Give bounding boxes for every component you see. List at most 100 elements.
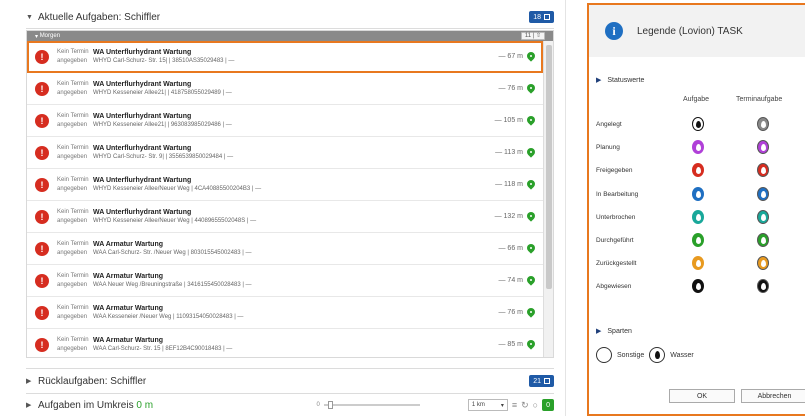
group-header-morgen[interactable]: ▾ Morgen 11 | ⇧ — [27, 31, 553, 41]
triangle-right-icon: ▶ — [596, 77, 602, 84]
row-distance: — 118 m — [495, 181, 523, 188]
status-label: Freigegeben — [596, 166, 633, 174]
radio-icon[interactable]: ○ — [533, 400, 538, 410]
row-appointment-meta: Kein Termin angegeben — [57, 144, 93, 162]
divider — [26, 28, 554, 29]
circle-outline-icon — [596, 347, 612, 363]
row-distance: — 66 m — [498, 245, 523, 252]
map-pin-icon[interactable] — [527, 84, 535, 94]
map-pin-icon[interactable] — [527, 308, 535, 318]
status-label: Zurückgestellt — [596, 259, 637, 267]
task-row[interactable]: ! Kein Termin angegeben WA Unterflurhydrant… — [27, 105, 543, 137]
row-meta-line1: Kein Termin — [57, 272, 89, 279]
slider-value-label: 0 — [316, 402, 320, 408]
row-title: WA Unterflurhydrant Wartung — [93, 176, 192, 184]
row-meta-line1: Kein Termin — [57, 336, 89, 343]
row-text: WA Unterflurhydrant Wartung WHYD Kessenei… — [93, 208, 495, 226]
layers-icon[interactable]: ≡ — [512, 400, 517, 410]
row-distance: — 105 m — [494, 117, 523, 124]
status-released-icon: ! — [35, 337, 49, 352]
task-row[interactable]: ! Kein Termin angegeben WA Unterflurhydrant… — [27, 73, 543, 105]
map-pin-icon[interactable] — [527, 148, 535, 158]
map-pin-icon[interactable] — [527, 212, 535, 222]
row-distance: — 76 m — [498, 85, 523, 92]
status-released-icon: ! — [35, 273, 49, 288]
row-meta-line1: Kein Termin — [57, 240, 89, 247]
range-select-value: 1 km — [471, 402, 485, 408]
row-text: WA Armatur Wartung WAA Kesseneier /Neuer … — [93, 304, 498, 322]
task-row[interactable]: ! Kein Termin angegeben WA Armatur Wartung W… — [27, 265, 543, 297]
task-status-drop-icon — [692, 279, 704, 293]
return-tasks-header[interactable]: ▶ Rücklaufgaben: Schiffler 21 — [26, 370, 554, 392]
cancel-button[interactable]: Abbrechen — [741, 389, 805, 403]
sparten-header: ▶ Sparten — [596, 327, 632, 336]
row-meta-line1: Kein Termin — [57, 208, 89, 215]
refresh-icon[interactable]: ↻ — [521, 400, 529, 411]
radius-slider[interactable] — [323, 401, 420, 409]
row-appointment-meta: Kein Termin angegeben — [57, 240, 93, 258]
row-meta-line1: Kein Termin — [57, 176, 89, 183]
task-row[interactable]: ! Kein Termin angegeben WA Unterflurhydrant… — [27, 41, 543, 73]
status-row: Zurückgestellt — [596, 255, 805, 271]
row-subtitle: WAA Kesseneier /Neuer Weg | 110931540500… — [93, 313, 244, 320]
task-row[interactable]: ! Kein Termin angegeben WA Armatur Wartung W… — [27, 297, 543, 329]
legend-title: Legende (Lovion) TASK — [637, 25, 743, 37]
ok-button[interactable]: OK — [669, 389, 735, 403]
range-select[interactable]: 1 km ▾ — [467, 399, 508, 411]
collapse-caret-icon[interactable]: ▼ — [26, 14, 38, 21]
row-subtitle: WHYD Carl-Schurz- Str. 9| | 355653985002… — [93, 153, 234, 160]
row-title: WA Unterflurhydrant Wartung — [93, 112, 192, 120]
map-pin-icon[interactable] — [527, 180, 535, 190]
row-subtitle: WAA Carl-Schurz- Str. 15 | 8EF12B4C90018… — [93, 345, 233, 352]
row-text: WA Unterflurhydrant Wartung WHYD Kessenei… — [93, 176, 495, 194]
group-label: Morgen — [39, 33, 61, 39]
row-meta-line1: Kein Termin — [57, 80, 89, 87]
map-pin-icon[interactable] — [527, 340, 535, 350]
list-scrollbar[interactable] — [543, 41, 553, 357]
legend-header: i Legende (Lovion) TASK — [589, 5, 805, 57]
row-appointment-meta: Kein Termin angegeben — [57, 304, 93, 322]
map-pin-icon[interactable] — [527, 244, 535, 254]
row-meta-line2: angegeben — [57, 185, 88, 192]
radius-tasks-header[interactable]: ▶ Aufgaben im Umkreis 0 m 0 1 km ▾ ≡ ↻ ○… — [26, 394, 554, 416]
status-released-icon: ! — [35, 113, 49, 128]
row-meta-line2: angegeben — [57, 345, 88, 352]
status-label: Angelegt — [596, 120, 622, 128]
slider-knob[interactable] — [327, 401, 333, 409]
current-tasks-header[interactable]: ▼ Aktuelle Aufgaben: Schiffler 18 — [26, 6, 554, 28]
row-subtitle: WHYD Kesseneier Allee/Neuer Weg | 440896… — [93, 217, 257, 224]
drop-inner — [695, 282, 701, 290]
radius-count-badge: 0 — [542, 399, 554, 411]
expand-caret-icon[interactable]: ▶ — [26, 377, 38, 385]
legend-dialog: i Legende (Lovion) TASK ▶ Statuswerte Au… — [587, 3, 805, 416]
appointment-status-drop-icon — [757, 140, 769, 154]
expand-caret-icon[interactable]: ▶ — [26, 401, 38, 409]
row-meta-line1: Kein Termin — [57, 112, 89, 119]
column-appointment-task: Terminaufgabe — [736, 96, 783, 103]
column-task: Aufgabe — [683, 96, 710, 103]
task-row[interactable]: ! Kein Termin angegeben WA Unterflurhydrant… — [27, 137, 543, 169]
row-text: WA Unterflurhydrant Wartung WHYD Kessenei… — [93, 80, 498, 98]
appointment-status-drop-icon — [757, 163, 769, 177]
row-distance: — 113 m — [495, 149, 523, 156]
status-label: Abgewiesen — [596, 282, 632, 290]
drop-inner — [760, 282, 766, 290]
task-row[interactable]: ! Kein Termin angegeben WA Unterflurhydrant… — [27, 169, 543, 201]
task-row[interactable]: ! Kein Termin angegeben WA Armatur Wartung W… — [27, 233, 543, 265]
row-title: WA Armatur Wartung — [93, 336, 163, 344]
map-pin-icon[interactable] — [527, 116, 535, 126]
drop-inner — [760, 166, 766, 174]
scrollbar-thumb[interactable] — [546, 45, 552, 289]
appointment-status-drop-icon — [757, 279, 769, 293]
row-text: WA Armatur Wartung WAA Neuer Weg /Breunin… — [93, 272, 498, 290]
status-released-icon: ! — [35, 177, 49, 192]
task-list: ▾ Morgen 11 | ⇧ ! Kein Termin angegeben WA … — [26, 30, 554, 358]
row-title: WA Armatur Wartung — [93, 304, 163, 312]
row-meta-line2: angegeben — [57, 249, 88, 256]
grid-icon — [544, 378, 550, 384]
radius-tasks-title: Aufgaben im Umkreis 0 m — [38, 400, 153, 411]
task-row[interactable]: ! Kein Termin angegeben WA Unterflurhydrant… — [27, 201, 543, 233]
map-pin-icon[interactable] — [527, 52, 535, 62]
map-pin-icon[interactable] — [527, 276, 535, 286]
task-row[interactable]: ! Kein Termin angegeben WA Armatur Wartung W… — [27, 329, 543, 357]
